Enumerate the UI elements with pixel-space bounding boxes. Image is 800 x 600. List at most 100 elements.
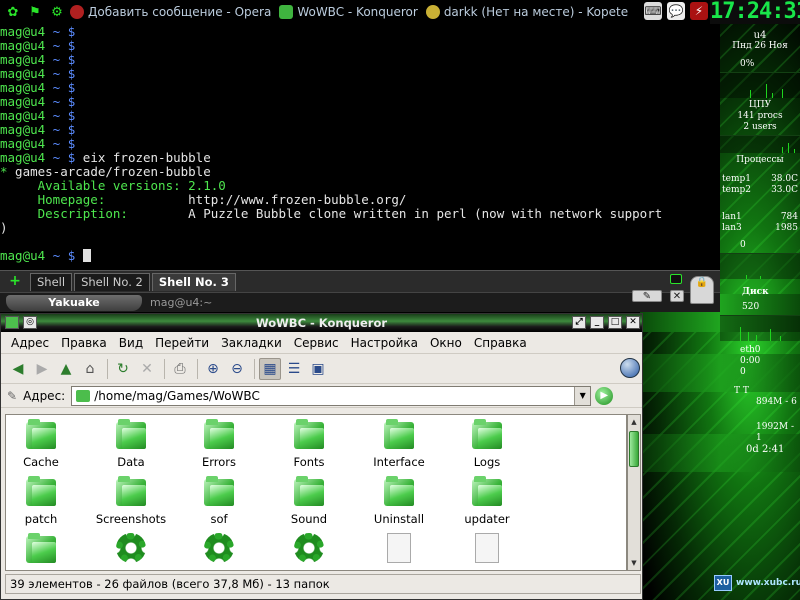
scroll-down-icon[interactable]: ▼: [629, 557, 639, 569]
prompt-path: ~ $: [45, 94, 83, 109]
address-dropdown-icon[interactable]: ▼: [574, 386, 591, 405]
close-icon[interactable]: ✕: [670, 290, 684, 302]
stop-icon[interactable]: ✕: [136, 358, 158, 380]
file-view[interactable]: Cache Data Errors Fonts Interface Logs patch Sc…: [5, 414, 627, 571]
folder-item[interactable]: Cache: [6, 419, 86, 469]
clock: 17:24:31: [710, 0, 800, 24]
gk-disk-val: 520: [742, 302, 760, 312]
gk-date: Пнд 26 Ноя: [732, 41, 788, 51]
tab-shell[interactable]: Shell: [30, 272, 73, 291]
gk-eth0-label: eth0: [740, 345, 761, 355]
preview-icon[interactable]: ▣: [307, 358, 329, 380]
file-label: Interface: [373, 455, 425, 469]
scroll-thumb[interactable]: [629, 431, 639, 467]
folder-item[interactable]: patch: [6, 476, 86, 526]
menu-address[interactable]: Адрес: [5, 333, 55, 353]
executable-item[interactable]: [174, 533, 264, 563]
menu-help[interactable]: Справка: [468, 333, 533, 353]
tab-shell-3[interactable]: Shell No. 3: [151, 272, 236, 291]
file-label: Logs: [473, 455, 501, 469]
folder-item[interactable]: sof: [174, 476, 264, 526]
folder-icon: [26, 419, 56, 449]
executable-item[interactable]: [264, 533, 354, 563]
menu-view[interactable]: Вид: [113, 333, 149, 353]
file-item[interactable]: [442, 533, 532, 563]
terminal-line: mag@u4 ~ $: [0, 25, 720, 39]
folder-item[interactable]: updater: [442, 476, 532, 526]
icon-view-icon[interactable]: ▦: [259, 357, 281, 380]
clipboard-icon[interactable]: ⌨: [644, 2, 662, 20]
go-button[interactable]: ▶: [595, 386, 614, 405]
zoom-out-icon[interactable]: ⊖: [226, 358, 248, 380]
taskbar-item-opera[interactable]: Добавить сообщение - Opera: [66, 0, 275, 24]
up-icon[interactable]: ▲: [55, 358, 77, 380]
new-tab-button[interactable]: +: [0, 271, 30, 293]
reload-icon[interactable]: ↻: [112, 358, 134, 380]
terminal-line: mag@u4 ~ $: [0, 53, 720, 67]
close-button[interactable]: ✕: [626, 316, 640, 329]
prompt-user-host: mag@u4: [0, 248, 46, 263]
menu-edit[interactable]: Правка: [55, 333, 113, 353]
taskbar-item-kopete[interactable]: darkk (Нет на месте) - Kopete: [422, 0, 632, 24]
address-field[interactable]: /home/mag/Games/WoWBC ▼: [71, 385, 592, 406]
back-icon[interactable]: ◀: [7, 358, 29, 380]
chat-icon[interactable]: 💬: [667, 2, 685, 20]
home-icon[interactable]: ⌂: [79, 358, 101, 380]
result-package: frozen-bubble: [112, 164, 211, 179]
forward-icon[interactable]: ▶: [31, 358, 53, 380]
maximize-button[interactable]: □: [608, 316, 622, 329]
file-label: patch: [24, 512, 58, 526]
close-tab-button[interactable]: [670, 274, 682, 284]
menu-go[interactable]: Перейти: [149, 333, 215, 353]
network-icon[interactable]: ⚡: [690, 2, 708, 20]
window-titlebar[interactable]: ◎ WoWBC - Konqueror ⤢ _ □ ✕: [1, 314, 642, 332]
print-icon[interactable]: ⎙: [169, 358, 191, 380]
folder-icon: [204, 419, 234, 449]
gkrellm-monitor: u4 Пнд 26 Ноя 0% ЦПУ 141 procs 2 users П…: [720, 24, 800, 524]
watermark-text: www.xubc.ru: [736, 578, 800, 588]
taskbar-item-konqueror[interactable]: WoWBC - Konqueror: [275, 0, 422, 24]
executable-item[interactable]: [86, 533, 176, 563]
file-item[interactable]: [354, 533, 444, 563]
prompt-user-host: mag@u4: [0, 80, 46, 95]
yakuake-tab-bar: + Shell Shell No. 2 Shell No. 3: [0, 270, 720, 292]
window-menu-icon[interactable]: ◎: [23, 316, 37, 329]
folder-icon: [26, 476, 56, 506]
folder-item[interactable]: Fonts: [264, 419, 354, 469]
prompt-path: ~ $: [45, 66, 83, 81]
file-label: sof: [210, 512, 228, 526]
folder-item[interactable]: Sound: [264, 476, 354, 526]
settings-icon[interactable]: ⚙: [48, 3, 66, 21]
gk-cpu-label: ЦПУ: [748, 100, 772, 110]
zoom-in-icon[interactable]: ⊕: [202, 358, 224, 380]
menu-tools[interactable]: Сервис: [288, 333, 345, 353]
folder-item[interactable]: Screenshots: [86, 476, 176, 526]
minimize-button[interactable]: _: [590, 316, 604, 329]
folder-item[interactable]: Uninstall: [354, 476, 444, 526]
folder-item[interactable]: Errors: [174, 419, 264, 469]
menu-settings[interactable]: Настройка: [345, 333, 424, 353]
terminal-output[interactable]: mag@u4 ~ $ mag@u4 ~ $ mag@u4 ~ $ mag@u4 …: [0, 24, 720, 270]
tree-view-icon[interactable]: ☰: [283, 358, 305, 380]
tab-shell-2[interactable]: Shell No. 2: [74, 272, 150, 291]
kmenu-icon[interactable]: ✿: [4, 3, 22, 21]
folder-item[interactable]: Interface: [354, 419, 444, 469]
gear-icon: [116, 533, 146, 563]
flag-icon[interactable]: ⚑: [26, 3, 44, 21]
folder-item[interactable]: [6, 533, 86, 569]
config-icon[interactable]: ✎: [632, 290, 662, 302]
menu-bookmarks[interactable]: Закладки: [215, 333, 288, 353]
available-versions-value: 2.1.0: [180, 178, 226, 193]
folder-icon: [472, 476, 502, 506]
result-category: games-arcade/: [7, 164, 113, 179]
folder-item[interactable]: Logs: [442, 419, 532, 469]
scrollbar[interactable]: ▲ ▼: [627, 414, 641, 571]
clear-location-icon[interactable]: ✎: [7, 389, 17, 403]
menu-window[interactable]: Окно: [424, 333, 468, 353]
lock-icon[interactable]: 🔒: [690, 276, 714, 304]
status-bar: 39 элементов - 26 файлов (всего 37,8 Мб)…: [5, 574, 641, 594]
resize-icon[interactable]: ⤢: [572, 316, 586, 329]
scroll-up-icon[interactable]: ▲: [629, 416, 639, 428]
app-icon[interactable]: [5, 316, 19, 329]
folder-item[interactable]: Data: [86, 419, 176, 469]
